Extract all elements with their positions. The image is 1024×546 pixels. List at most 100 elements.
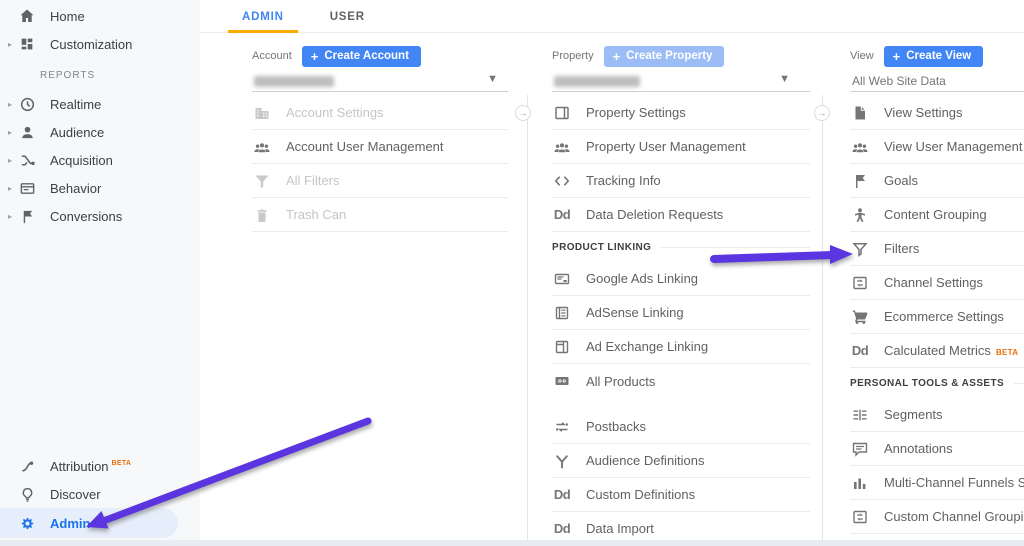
property-selector[interactable]: ▼ [552,72,810,92]
menu-item-label: AdSense Linking [586,305,684,320]
menu-item-google-ads-linking[interactable]: Google Ads Linking [552,262,810,296]
menu-item-label: Filters [884,241,919,256]
menu-item-label: Property User Management [586,139,746,154]
panel-icon [552,104,572,122]
menu-item-multi-channel-funnels-settings[interactable]: Multi-Channel Funnels Settings [850,466,1024,500]
sidebar-item-acquisition[interactable]: ▸ Acquisition [0,146,200,174]
menu-item-content-grouping[interactable]: Content Grouping [850,198,1024,232]
sidebar-item-behavior[interactable]: ▸ Behavior [0,174,200,202]
funnel-icon [850,240,870,258]
create-view-button[interactable]: +Create View [884,46,984,67]
menu-item-segments[interactable]: Segments [850,398,1024,432]
speech-bubble-icon [850,440,870,458]
customization-icon [18,35,36,53]
sidebar-item-conversions[interactable]: ▸ Conversions [0,202,200,230]
menu-item-goals[interactable]: Goals [850,164,1024,198]
dropdown-caret-icon: ▼ [779,73,790,85]
menu-item-filters[interactable]: Filters [850,232,1024,266]
sidebar-item-realtime[interactable]: ▸ Realtime [0,90,200,118]
menu-item-trash-can[interactable]: Trash Can [252,198,508,232]
expand-arrow-icon: ▸ [4,156,16,165]
sidebar-item-admin[interactable]: Admin [0,508,178,538]
menu-item-label: Data Deletion Requests [586,207,723,222]
sidebar-item-discover[interactable]: Discover [0,480,200,508]
menu-item-account-user-management[interactable]: Account User Management [252,130,508,164]
figure-icon [850,206,870,224]
sidebar-item-label: Conversions [50,209,122,224]
sidebar-item-label: Admin [50,516,90,531]
menu-item-label: Ecommerce Settings [884,309,1004,324]
people-icon [252,138,272,156]
column-divider [822,95,823,540]
menu-item-custom-definitions[interactable]: Dd Custom Definitions [552,478,810,512]
channel-box-icon [850,508,870,526]
account-selector[interactable]: ▼ [252,72,508,92]
sidebar-item-audience[interactable]: ▸ Audience [0,118,200,146]
sidebar-item-customization[interactable]: ▸ Customization [0,30,200,58]
ad-exchange-icon [552,338,572,356]
beta-badge: BETA [112,460,132,467]
all-products-icon [552,372,572,390]
bottom-strip [0,540,1024,546]
property-label: Property [552,50,594,62]
menu-item-data-deletion-requests[interactable]: Dd Data Deletion Requests [552,198,810,232]
dd-icon: Dd [552,521,572,536]
expand-arrow-icon: ▸ [4,40,16,49]
menu-item-label: Calculated MetricsBETA [884,343,1018,358]
menu-item-tracking-info[interactable]: Tracking Info [552,164,810,198]
menu-item-view-user-management[interactable]: View User Management [850,130,1024,164]
branch-y-icon [552,452,572,470]
sidebar-item-attribution[interactable]: AttributionBETA [0,452,200,480]
menu-item-postbacks[interactable]: Postbacks [552,410,810,444]
menu-item-account-settings[interactable]: Account Settings [252,96,508,130]
beta-badge: BETA [996,348,1018,357]
sidebar-item-home[interactable]: Home [0,2,200,30]
menu-item-channel-settings[interactable]: Channel Settings [850,266,1024,300]
menu-item-calculated-metrics[interactable]: Dd Calculated MetricsBETA [850,334,1024,368]
cart-icon [850,308,870,326]
sidebar-item-label: Realtime [50,97,101,112]
sidebar-bottom: AttributionBETA Discover Admin [0,452,200,538]
collapse-column-button[interactable]: → [515,105,531,121]
sidebar-item-label: Acquisition [50,153,113,168]
bar-chart-icon [850,474,870,492]
menu-item-label: Audience Definitions [586,453,705,468]
menu-item-label: Property Settings [586,105,686,120]
channel-box-icon [850,274,870,292]
tab-admin[interactable]: ADMIN [228,0,298,33]
account-column: Account +Create Account ▼ Account Settin… [252,44,508,232]
collapse-column-button[interactable]: → [814,105,830,121]
dropdown-caret-icon: ▼ [487,73,498,85]
create-property-button[interactable]: +Create Property [604,46,725,67]
property-column: Property +Create Property ▼ Property Set… [552,44,810,546]
section-personal-tools: PERSONAL TOOLS & ASSETS [850,368,1024,398]
menu-item-label: Postbacks [586,419,646,434]
menu-item-property-user-management[interactable]: Property User Management [552,130,810,164]
menu-item-all-filters[interactable]: All Filters [252,164,508,198]
menu-item-custom-channel-grouping[interactable]: Custom Channel GroupingBETA [850,500,1024,534]
menu-item-audience-definitions[interactable]: Audience Definitions [552,444,810,478]
menu-item-label: Google Ads Linking [586,271,698,286]
menu-item-ad-exchange-linking[interactable]: Ad Exchange Linking [552,330,810,364]
menu-item-ecommerce-settings[interactable]: Ecommerce Settings [850,300,1024,334]
menu-item-all-products[interactable]: All Products [552,364,810,398]
menu-item-view-settings[interactable]: View Settings [850,96,1024,130]
sidebar-item-label: Discover [50,487,101,502]
menu-item-annotations[interactable]: Annotations [850,432,1024,466]
flag-icon [18,207,36,225]
view-selector[interactable]: All Web Site Data [850,72,1024,92]
create-account-button[interactable]: +Create Account [302,46,421,67]
dd-icon: Dd [552,487,572,502]
menu-item-property-settings[interactable]: Property Settings [552,96,810,130]
tab-user[interactable]: USER [316,0,379,33]
funnel-icon [252,172,272,190]
view-menu: View Settings View User Management Goals… [850,96,1024,534]
menu-item-adsense-linking[interactable]: AdSense Linking [552,296,810,330]
segments-icon [850,406,870,424]
menu-item-label: Content Grouping [884,207,987,222]
redacted-property-name [554,76,640,87]
trash-icon [252,206,272,224]
adsense-icon [552,304,572,322]
sidebar-section-reports: REPORTS [40,70,200,86]
section-product-linking: PRODUCT LINKING [552,232,810,262]
